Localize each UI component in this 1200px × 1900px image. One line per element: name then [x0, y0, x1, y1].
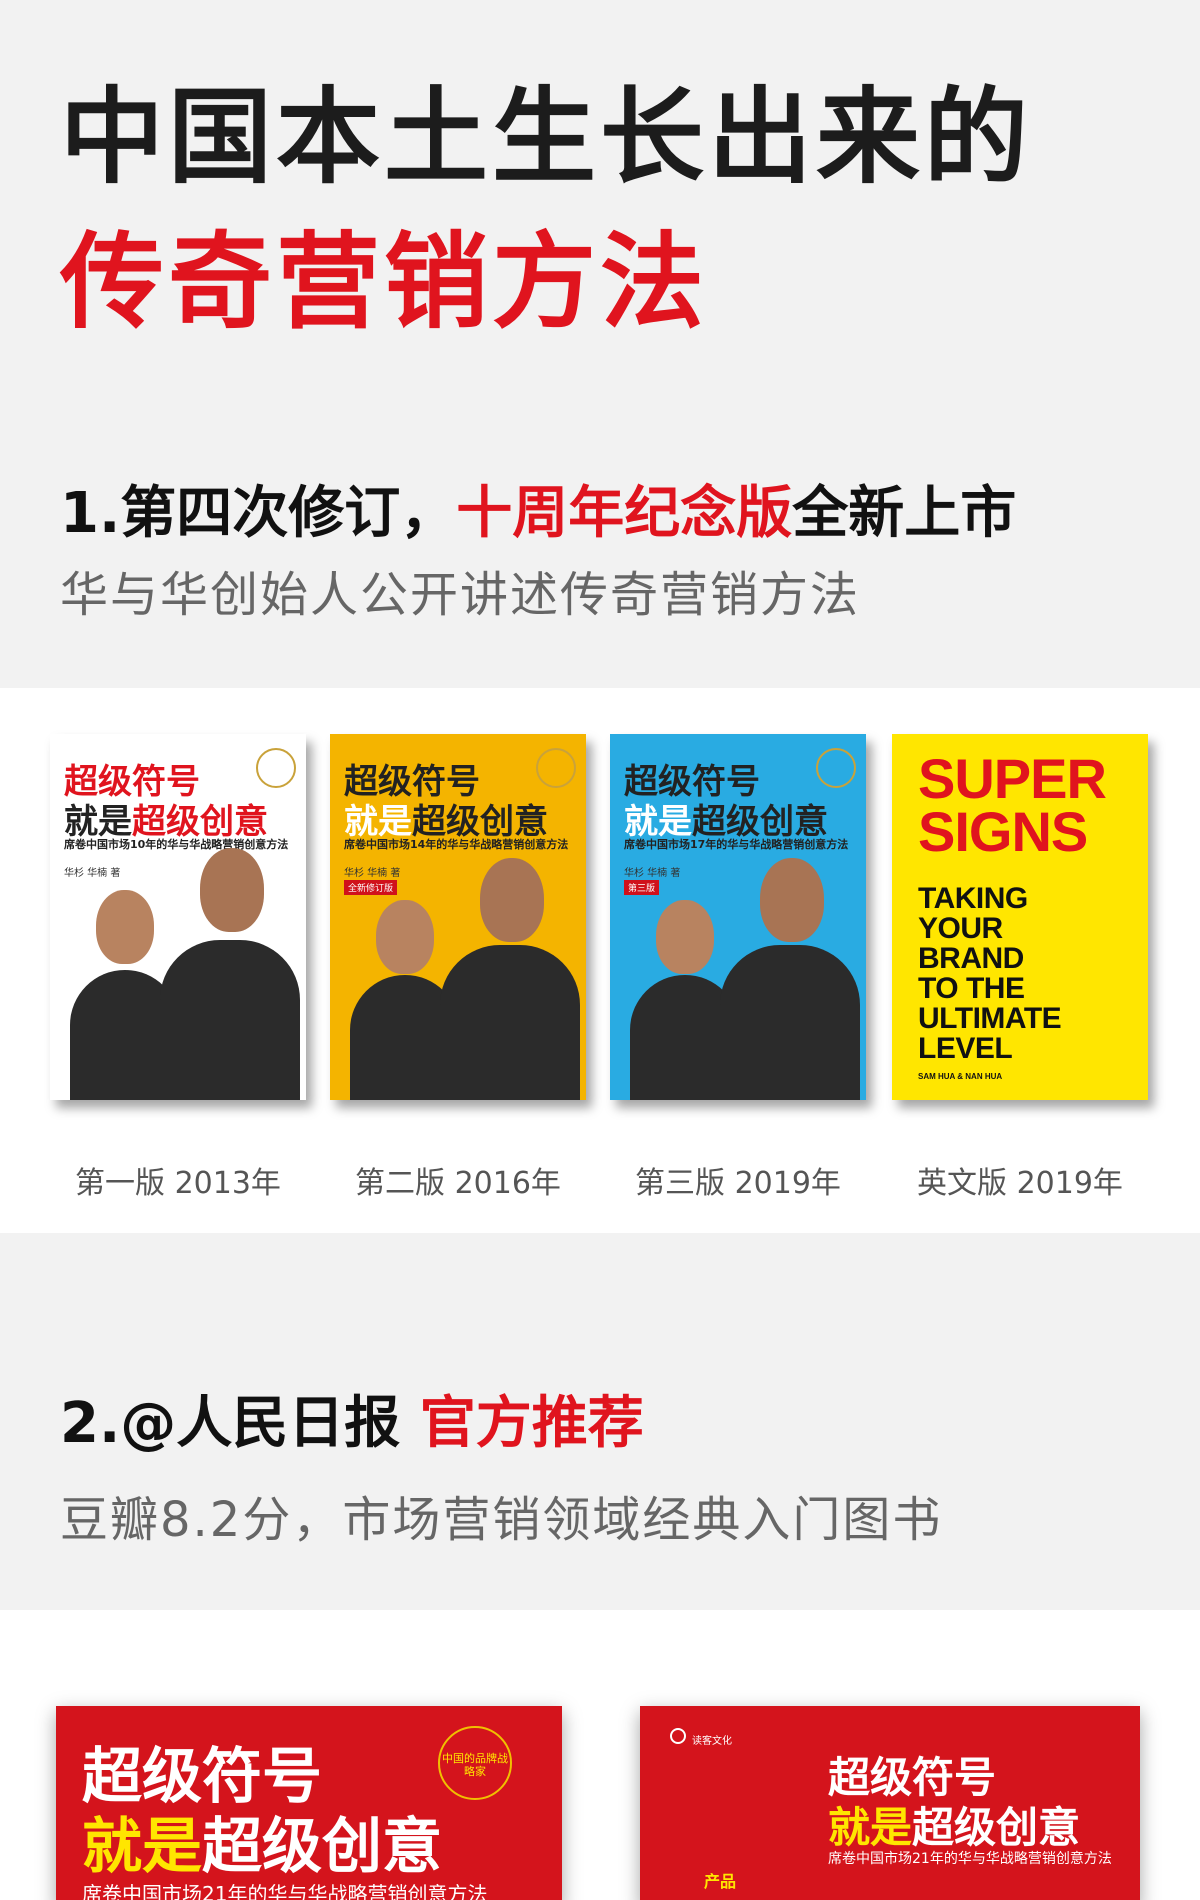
english-cover-title: SUPER SIGNS: [918, 747, 1107, 864]
edition-caption-4: 英文版 2019年: [917, 1166, 1123, 1201]
hero-title-line1: 中国本土生长出来的: [60, 76, 1033, 198]
section1-heading: 1.第四次修订，十周年纪念版全新上市: [60, 468, 1016, 549]
author-portrait-right: [440, 850, 580, 1100]
edition-caption-3: 第三版 2019年: [635, 1166, 841, 1201]
red-book-subtitle: 席卷中国市场21年的华与华战略营销创意方法: [828, 1851, 1112, 1867]
red-book-cover-right: 读客文化 超级符号 就是超级创意 席卷中国市场21年的华与华战略营销创意方法 产…: [640, 1706, 1140, 1900]
section2-subtitle: 豆瓣8.2分，市场营销领域经典入门图书: [60, 1492, 943, 1548]
section2-heading-prefix: 2.@人民日报: [60, 1391, 420, 1456]
section1-subtitle: 华与华创始人公开讲述传奇营销方法: [60, 567, 861, 623]
publisher-logo: 读客文化: [692, 1736, 732, 1747]
hero-section: 中国本土生长出来的 传奇营销方法 1.第四次修订，十周年纪念版全新上市 华与华创…: [0, 0, 1200, 685]
cover-authors: 华杉 华楠 著: [344, 868, 401, 879]
book-cover-english: SUPER SIGNS TAKING YOUR BRAND TO THE ULT…: [892, 734, 1148, 1100]
publisher-logo-icon: [670, 1728, 686, 1744]
red-book-title-line2: 就是超级创意: [82, 1812, 442, 1882]
author-portrait-right: [720, 850, 860, 1100]
red-book-cover-left: 超级符号 就是超级创意 中国的品牌战略家 席卷中国市场21年的华与华战略营销创意…: [56, 1706, 562, 1900]
cover-authors: 华杉 华楠 著: [624, 868, 681, 879]
edition-caption-1: 第一版 2013年: [75, 1166, 281, 1201]
section1-heading-prefix: 1.第四次修订，: [60, 481, 457, 546]
book-cover-edition-1: 超级符号 就是超级创意 席卷中国市场10年的华与华战略营销创意方法 华杉 华楠 …: [50, 734, 306, 1100]
author-portrait-right: [160, 840, 300, 1100]
cover-authors: 华杉 华楠 著: [64, 868, 121, 879]
award-badge-icon: [256, 748, 296, 788]
award-badge-icon: [816, 748, 856, 788]
award-badge-icon: [536, 748, 576, 788]
section2-heading: 2.@人民日报 官方推荐: [60, 1378, 644, 1459]
book-cover-edition-3: 超级符号 就是超级创意 席卷中国市场17年的华与华战略营销创意方法 华杉 华楠 …: [610, 734, 866, 1100]
book-cover-edition-2: 超级符号 就是超级创意 席卷中国市场14年的华与华战略营销创意方法 华杉 华楠 …: [330, 734, 586, 1100]
english-cover-subtitle: TAKING YOUR BRAND TO THE ULTIMATE LEVEL: [918, 882, 1062, 1065]
bottom-books-band: 超级符号 就是超级创意 中国的品牌战略家 席卷中国市场21年的华与华战略营销创意…: [0, 1610, 1200, 1900]
red-book-subtitle: 席卷中国市场21年的华与华战略营销创意方法: [82, 1882, 488, 1900]
editions-band: 超级符号 就是超级创意 席卷中国市场10年的华与华战略营销创意方法 华杉 华楠 …: [0, 688, 1200, 1233]
section1-heading-highlight: 十周年纪念版: [456, 481, 793, 546]
section2-heading-highlight: 官方推荐: [419, 1391, 644, 1456]
red-book-label: 产品: [704, 1872, 737, 1891]
red-book-title-line2: 就是超级创意: [828, 1803, 1081, 1852]
edition-caption-2: 第二版 2016年: [355, 1166, 561, 1201]
award-badge-icon: 中国的品牌战略家: [438, 1726, 512, 1800]
english-cover-authors: SAM HUA & NAN HUA: [918, 1072, 1003, 1081]
hero-title-line2: 传奇营销方法: [60, 221, 709, 343]
section1-heading-suffix: 全新上市: [792, 481, 1017, 546]
